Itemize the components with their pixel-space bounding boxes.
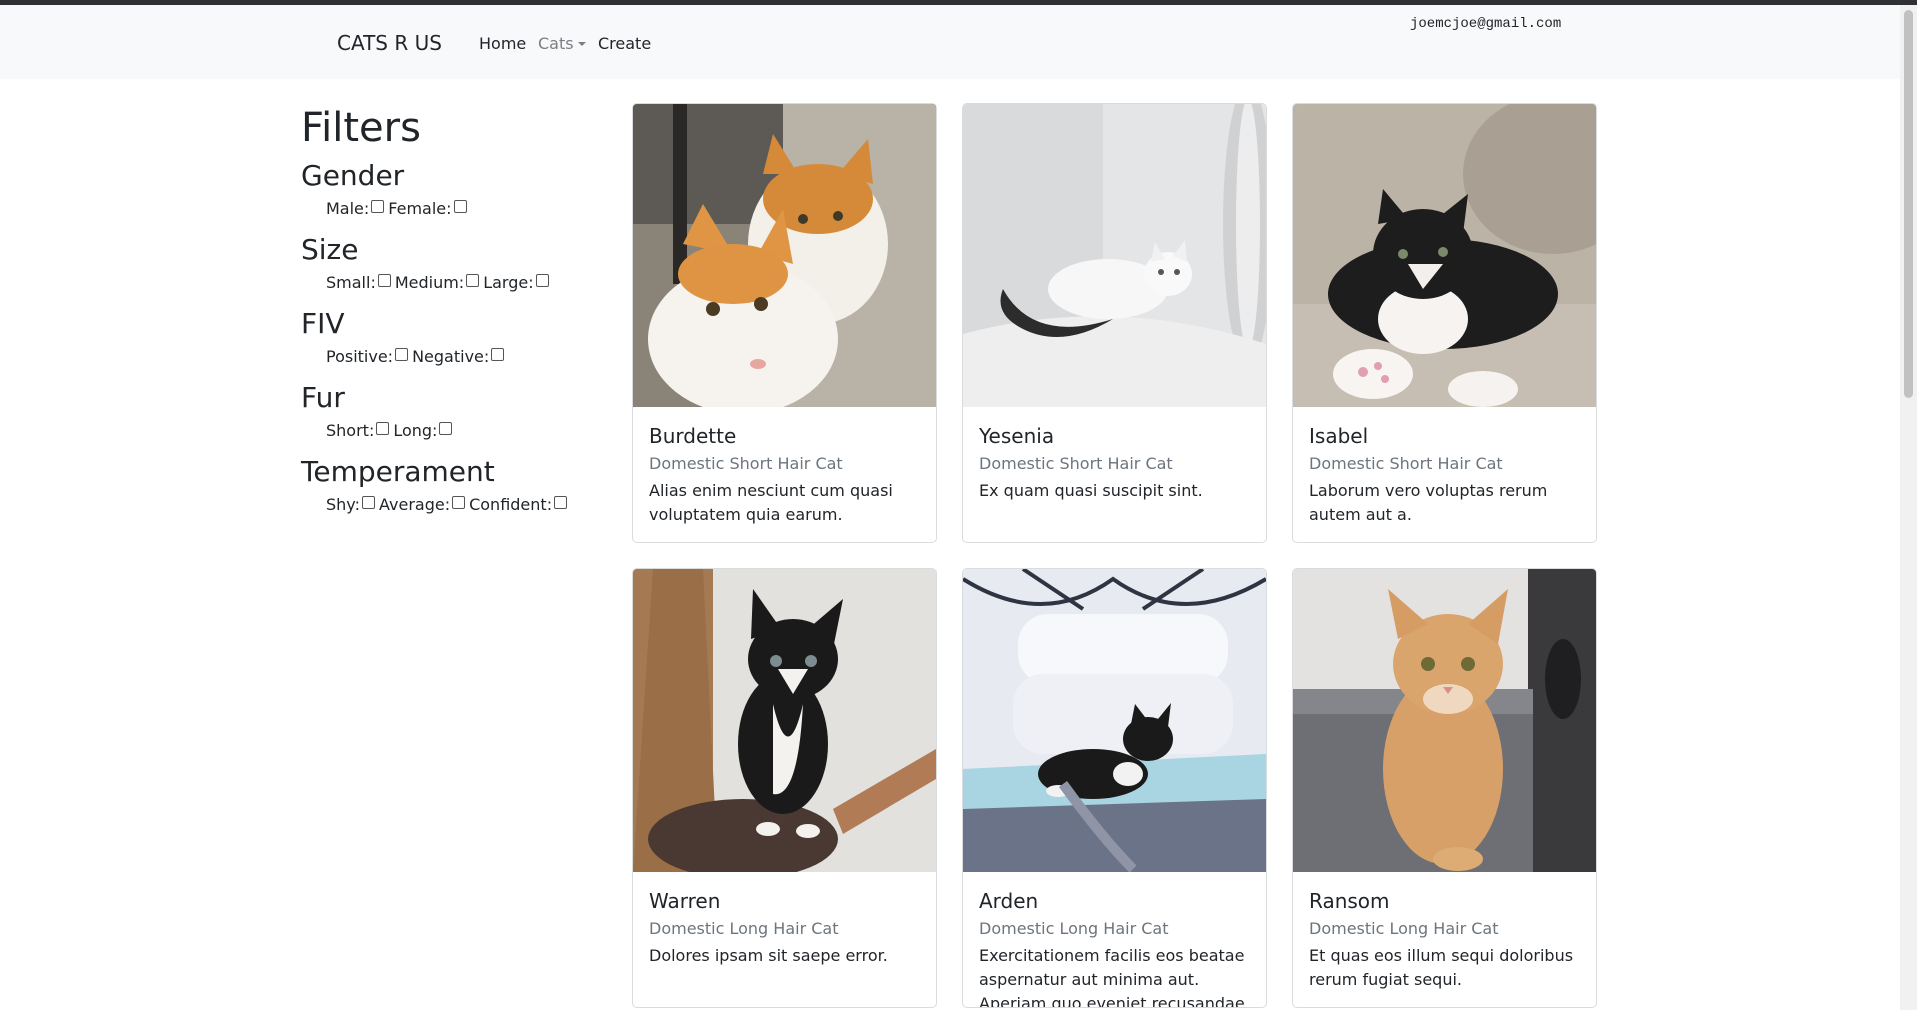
filter-label: Shy: xyxy=(326,495,360,514)
user-email: joemcjoe@gmail.com xyxy=(1410,16,1562,32)
filter-heading-gender: Gender xyxy=(301,159,405,192)
cat-photo xyxy=(963,569,1266,872)
confident-checkbox[interactable] xyxy=(554,496,568,509)
cat-breed: Domestic Short Hair Cat xyxy=(649,454,843,473)
filter-label: Short: xyxy=(326,421,375,440)
filter-heading-fur: Fur xyxy=(301,381,345,414)
average-checkbox[interactable] xyxy=(452,496,466,509)
large-checkbox[interactable] xyxy=(535,274,549,287)
cat-card[interactable]: Burdette Domestic Short Hair Cat Alias e… xyxy=(632,103,937,543)
cat-card[interactable]: Arden Domestic Long Hair Cat Exercitatio… xyxy=(962,568,1267,1008)
filter-label: Average: xyxy=(379,495,451,514)
cat-name[interactable]: Isabel xyxy=(1309,424,1368,448)
cat-description: Et quas eos illum sequi doloribus rerum … xyxy=(1309,946,1574,989)
filter-option-confident[interactable]: Confident: xyxy=(469,492,571,518)
cat-breed: Domestic Long Hair Cat xyxy=(649,919,839,938)
cat-photo xyxy=(633,104,936,407)
negative-checkbox[interactable] xyxy=(491,348,505,361)
filter-label: Positive: xyxy=(326,347,394,366)
cat-description: Laborum vero voluptas rerum autem aut a. xyxy=(1309,481,1548,524)
filter-label: Confident: xyxy=(469,495,553,514)
filter-option-short[interactable]: Short: xyxy=(326,418,393,444)
filter-label: Medium: xyxy=(394,273,465,292)
short-checkbox[interactable] xyxy=(376,422,390,435)
filter-option-large[interactable]: Large: xyxy=(483,270,552,296)
scrollbar-thumb[interactable] xyxy=(1904,10,1913,398)
filter-label: Male: xyxy=(326,199,370,218)
filter-heading-size: Size xyxy=(301,233,359,266)
cat-photo xyxy=(1293,569,1596,872)
filter-label: Negative: xyxy=(412,347,490,366)
filter-group-size: Size Small: Medium: Large: xyxy=(301,230,601,304)
female-checkbox[interactable] xyxy=(453,200,467,213)
cat-description: Ex quam quasi suscipit sint. xyxy=(979,481,1203,500)
medium-checkbox[interactable] xyxy=(466,274,480,287)
cat-name[interactable]: Warren xyxy=(649,889,720,913)
filter-group-temperament: Temperament Shy: Average: Confident: xyxy=(301,452,601,526)
male-checkbox[interactable] xyxy=(371,200,385,213)
filter-label: Large: xyxy=(483,273,534,292)
filter-option-positive[interactable]: Positive: xyxy=(326,344,412,370)
cat-card[interactable]: Ransom Domestic Long Hair Cat Et quas eo… xyxy=(1292,568,1597,1008)
positive-checkbox[interactable] xyxy=(395,348,409,361)
cat-card[interactable]: Warren Domestic Long Hair Cat Dolores ip… xyxy=(632,568,937,1008)
cat-name[interactable]: Arden xyxy=(979,889,1038,913)
cat-breed: Domestic Short Hair Cat xyxy=(979,454,1173,473)
filter-label: Long: xyxy=(393,421,438,440)
cat-photo xyxy=(963,104,1266,407)
cat-breed: Domestic Long Hair Cat xyxy=(979,919,1169,938)
filter-group-gender: Gender Male: Female: xyxy=(301,156,601,230)
cat-description: Alias enim nesciunt cum quasi voluptatem… xyxy=(649,481,893,524)
filter-option-male[interactable]: Male: xyxy=(326,196,388,222)
filter-option-negative[interactable]: Negative: xyxy=(412,344,508,370)
filters-title: Filters xyxy=(301,105,421,151)
filter-heading-temperament: Temperament xyxy=(301,455,495,488)
nav-create-link[interactable]: Create xyxy=(598,34,651,53)
nav-home-link[interactable]: Home xyxy=(479,34,526,53)
nav-cats-dropdown[interactable]: Cats xyxy=(538,34,586,53)
cat-photo xyxy=(1293,104,1596,407)
cat-name[interactable]: Yesenia xyxy=(979,424,1054,448)
cat-card[interactable]: Isabel Domestic Short Hair Cat Laborum v… xyxy=(1292,103,1597,543)
filter-option-medium[interactable]: Medium: xyxy=(395,270,483,296)
cat-breed: Domestic Short Hair Cat xyxy=(1309,454,1503,473)
filter-option-shy[interactable]: Shy: xyxy=(326,492,379,518)
nav-cats-label: Cats xyxy=(538,34,574,53)
navbar: CATS R US Home Cats Create joemcjoe@gmai… xyxy=(0,5,1900,79)
cat-description: Dolores ipsam sit saepe error. xyxy=(649,946,888,965)
filter-label: Small: xyxy=(326,273,376,292)
filter-option-small[interactable]: Small: xyxy=(326,270,395,296)
brand-link[interactable]: CATS R US xyxy=(337,31,442,55)
filter-option-long[interactable]: Long: xyxy=(393,418,456,444)
long-checkbox[interactable] xyxy=(439,422,453,435)
filter-group-fur: Fur Short: Long: xyxy=(301,378,601,452)
cat-card[interactable]: Yesenia Domestic Short Hair Cat Ex quam … xyxy=(962,103,1267,543)
cat-breed: Domestic Long Hair Cat xyxy=(1309,919,1499,938)
chevron-down-icon xyxy=(577,42,586,46)
filter-option-female[interactable]: Female: xyxy=(388,196,470,222)
cat-description: Exercitationem facilis eos beatae aspern… xyxy=(979,946,1245,1008)
cat-photo xyxy=(633,569,936,872)
filter-heading-fiv: FIV xyxy=(301,307,345,340)
filter-option-average[interactable]: Average: xyxy=(379,492,469,518)
shy-checkbox[interactable] xyxy=(362,496,375,509)
cat-name[interactable]: Burdette xyxy=(649,424,736,448)
filter-group-fiv: FIV Positive: Negative: xyxy=(301,304,601,378)
filter-label: Female: xyxy=(388,199,452,218)
filters-panel: Filters Gender Male: Female: Size Small: M… xyxy=(301,100,601,526)
cat-name[interactable]: Ransom xyxy=(1309,889,1390,913)
small-checkbox[interactable] xyxy=(377,274,391,287)
